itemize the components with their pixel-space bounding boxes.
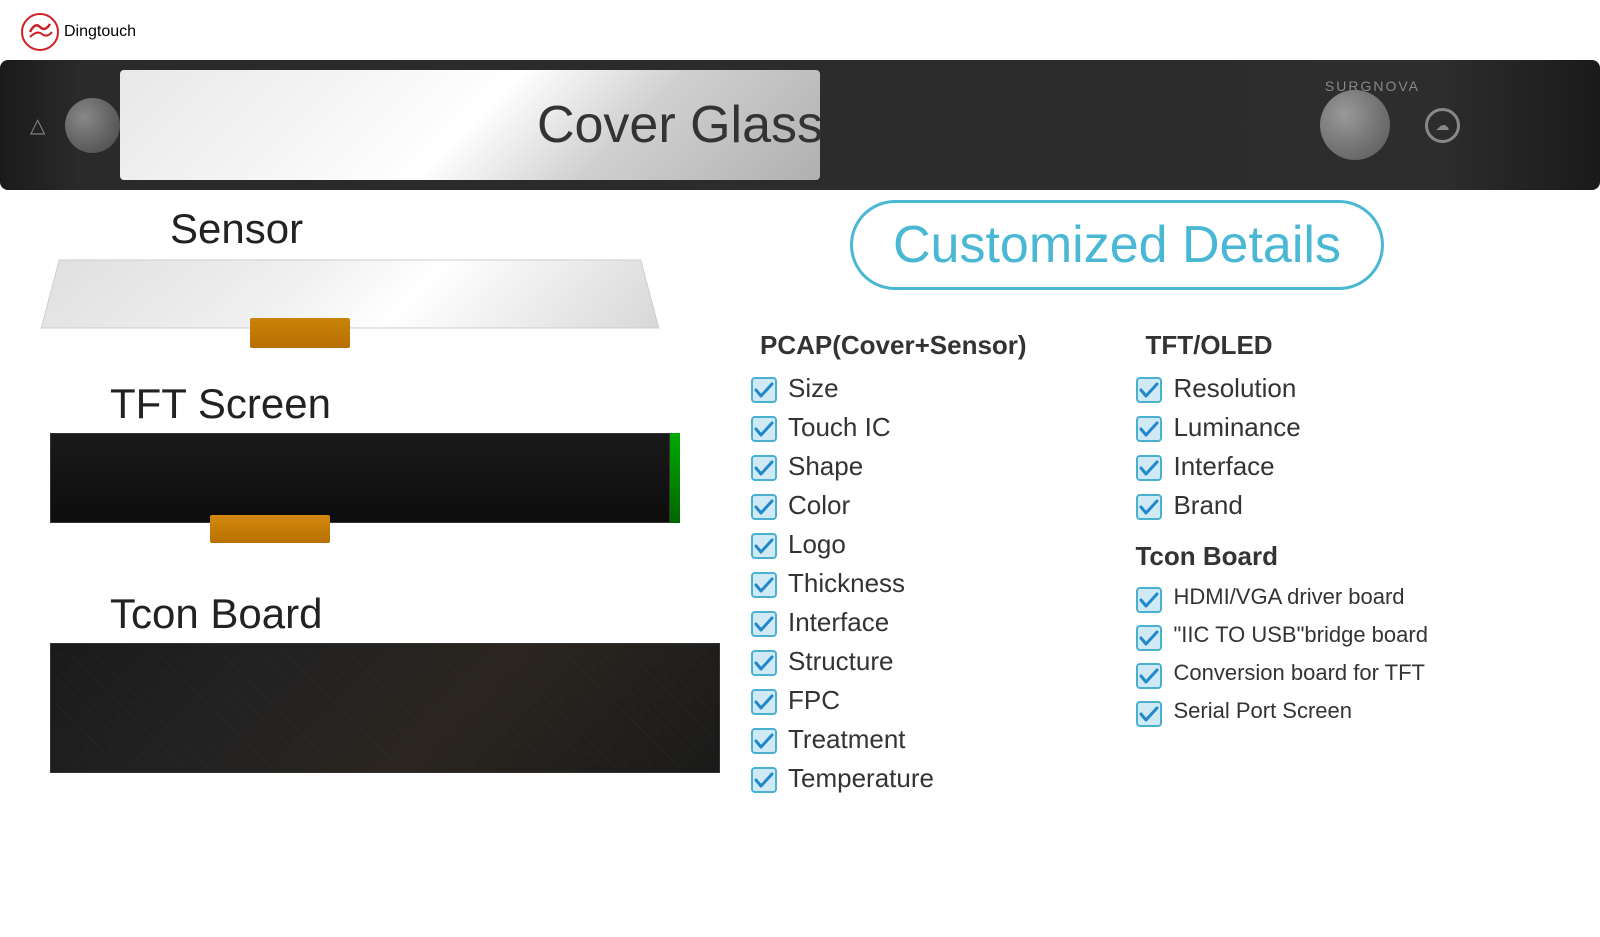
pcap-title: PCAP(Cover+Sensor)	[760, 330, 1125, 361]
spec-label: Thickness	[788, 568, 905, 599]
tcon-section: Tcon Board	[50, 590, 770, 773]
tcon-spec-item: "IIC TO USB"bridge board	[1135, 622, 1590, 652]
pcap-spec-item: Touch IC	[750, 412, 1125, 443]
circle-left	[65, 98, 120, 153]
spec-label: Treatment	[788, 724, 906, 755]
tft-fpc	[210, 515, 330, 543]
spec-label: Brand	[1173, 490, 1242, 521]
tft-spec-item: Resolution	[1135, 373, 1590, 404]
spec-label: Color	[788, 490, 850, 521]
tcon-spec-item: Serial Port Screen	[1135, 698, 1590, 728]
circle-right	[1320, 90, 1390, 160]
pcap-spec-item: Treatment	[750, 724, 1125, 755]
brand-text: SURGNOVA	[1325, 78, 1420, 94]
spec-label: Structure	[788, 646, 894, 677]
tcon-spec-label: Serial Port Screen	[1173, 698, 1352, 724]
sensor-section: Sensor	[50, 205, 730, 348]
nfc-icon: ☁	[1425, 108, 1460, 143]
pcap-spec-item: Color	[750, 490, 1125, 521]
pcap-items-list: Size Touch IC Shape Color Logo Thickness…	[750, 373, 1125, 794]
customized-title: Customized Details	[893, 216, 1341, 274]
sensor-label: Sensor	[170, 205, 730, 253]
tft-screen-body	[50, 433, 720, 543]
spec-label: Temperature	[788, 763, 934, 794]
right-panel: Customized Details PCAP(Cover+Sensor) Si…	[750, 200, 1590, 802]
specs-left: PCAP(Cover+Sensor) Size Touch IC Shape C…	[750, 330, 1125, 802]
cover-glass-label: Cover Glass	[537, 95, 823, 155]
pcap-spec-item: Temperature	[750, 763, 1125, 794]
tcon-items-list: HDMI/VGA driver board "IIC TO USB"bridge…	[1135, 584, 1590, 728]
spec-label: Interface	[788, 607, 889, 638]
tft-spec-item: Interface	[1135, 451, 1590, 482]
spec-label: Luminance	[1173, 412, 1300, 443]
logo-text: Dingtouch	[64, 23, 136, 41]
spec-label: Shape	[788, 451, 863, 482]
tft-oled-title: TFT/OLED	[1145, 330, 1590, 361]
spec-label: Size	[788, 373, 839, 404]
tcon-label: Tcon Board	[110, 590, 770, 638]
spec-label: Interface	[1173, 451, 1274, 482]
tcon-right-title: Tcon Board	[1135, 541, 1590, 572]
pcap-spec-item: Interface	[750, 607, 1125, 638]
tcon-spec-item: Conversion board for TFT	[1135, 660, 1590, 690]
pcap-spec-item: FPC	[750, 685, 1125, 716]
spec-label: Touch IC	[788, 412, 891, 443]
tft-items-list: Resolution Luminance Interface Brand	[1135, 373, 1590, 521]
sensor-fpc	[250, 318, 350, 348]
tcon-right-section: Tcon Board HDMI/VGA driver board "IIC TO…	[1135, 541, 1590, 728]
spec-label: Resolution	[1173, 373, 1296, 404]
tcon-board-body	[50, 643, 720, 773]
pcap-spec-item: Structure	[750, 646, 1125, 677]
spec-label: Logo	[788, 529, 846, 560]
arrow-icon: △	[30, 113, 45, 138]
pcap-spec-item: Shape	[750, 451, 1125, 482]
tft-section: TFT Screen	[50, 380, 750, 543]
tcon-spec-label: Conversion board for TFT	[1173, 660, 1424, 686]
logo-icon	[20, 12, 60, 52]
cover-glass-bar: SURGNOVA △ Cover Glass ☁	[0, 60, 1600, 190]
tft-main	[50, 433, 670, 523]
customized-oval: Customized Details	[850, 200, 1384, 290]
pcap-spec-item: Size	[750, 373, 1125, 404]
specs-right: TFT/OLED Resolution Luminance Interface …	[1135, 330, 1590, 802]
tft-spec-item: Brand	[1135, 490, 1590, 521]
pcap-spec-item: Logo	[750, 529, 1125, 560]
pcap-spec-item: Thickness	[750, 568, 1125, 599]
tft-spec-item: Luminance	[1135, 412, 1590, 443]
sensor-plate-body	[41, 260, 660, 329]
spec-label: FPC	[788, 685, 840, 716]
tcon-spec-label: HDMI/VGA driver board	[1173, 584, 1404, 610]
sensor-plate	[50, 258, 700, 348]
tcon-spec-item: HDMI/VGA driver board	[1135, 584, 1590, 614]
tft-label: TFT Screen	[110, 380, 750, 428]
specs-area: PCAP(Cover+Sensor) Size Touch IC Shape C…	[750, 330, 1590, 802]
logo: Dingtouch	[20, 12, 136, 52]
tcon-spec-label: "IIC TO USB"bridge board	[1173, 622, 1427, 648]
tft-green-strip	[670, 433, 680, 523]
